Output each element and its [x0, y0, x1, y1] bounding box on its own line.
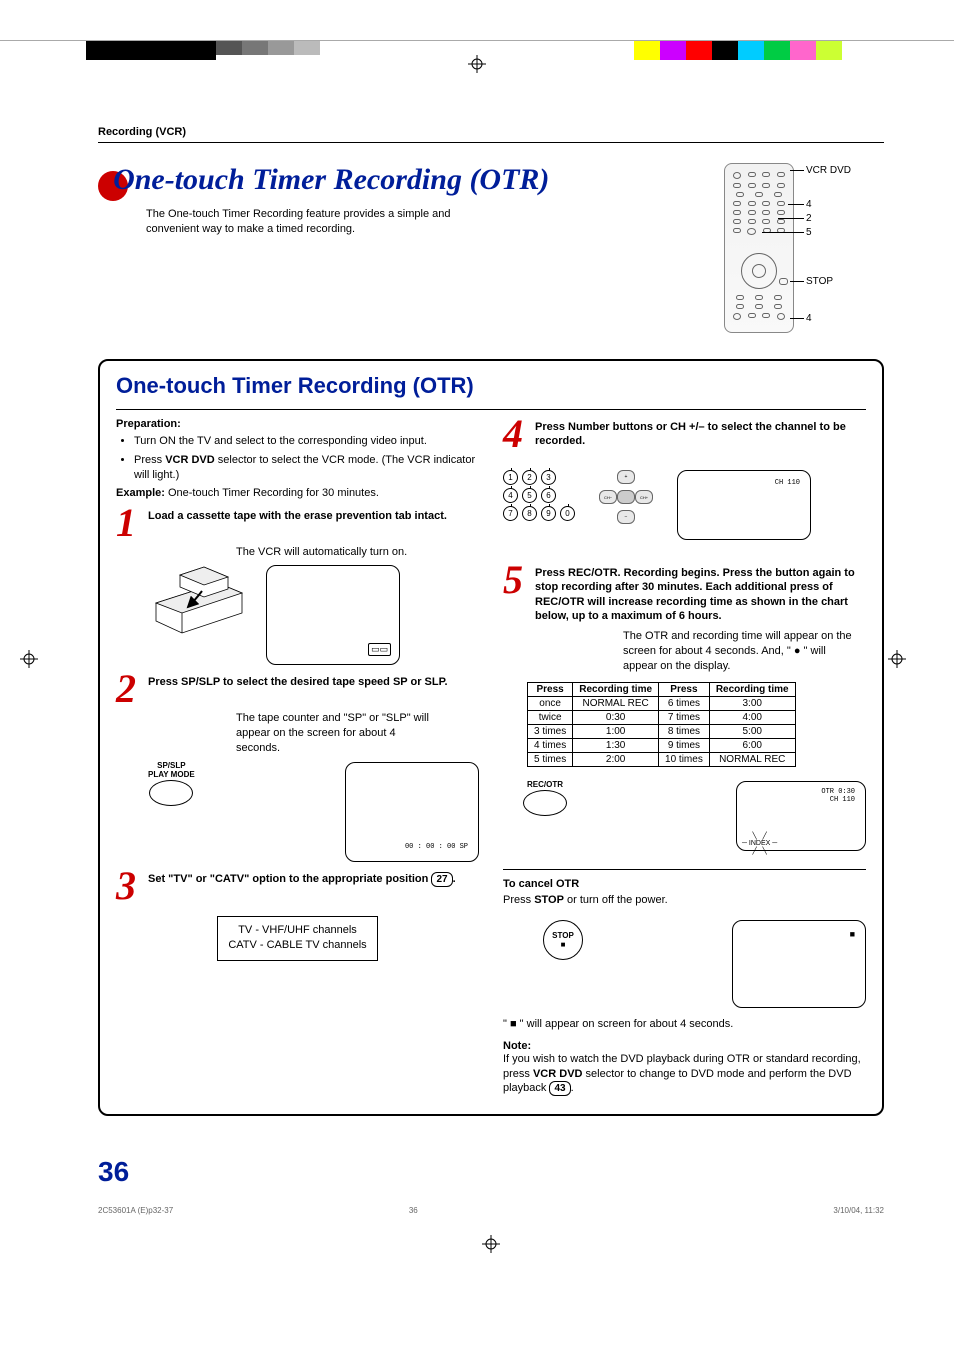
cancel-text: Press STOP or turn off the power.	[503, 894, 866, 906]
cancel-heading: To cancel OTR	[503, 878, 866, 890]
page-footer: 36 2C53601A (E)p32-37 36 3/10/04, 11:32	[98, 1156, 884, 1236]
step-2-title: Press SP/SLP to select the desired tape …	[148, 673, 479, 689]
remote-label-4: 4	[806, 199, 812, 210]
table-row: 5 times2:0010 timesNORMAL REC	[528, 752, 796, 766]
stop-square-icon: ■	[561, 940, 566, 949]
instruction-box: One-touch Timer Recording (OTR) Preparat…	[98, 359, 884, 1116]
section-label: Recording (VCR)	[98, 126, 884, 143]
page-title: One-touch Timer Recording (OTR)	[113, 163, 549, 196]
color-blocks-right	[634, 41, 868, 60]
page-ref-43: 43	[549, 1081, 570, 1096]
prep-heading: Preparation:	[116, 418, 479, 430]
channel-screen: CH 110	[677, 470, 811, 540]
recotr-button: REC/OTR	[523, 781, 567, 819]
registration-mark-bottom-icon	[482, 1235, 500, 1256]
color-blocks-left	[86, 41, 320, 60]
step-4-title: Press Number buttons or CH +/– to select…	[535, 418, 866, 449]
step-3-title: Set "TV" or "CATV" option to the appropr…	[148, 870, 479, 887]
registration-mark-left-icon	[20, 650, 38, 671]
step-2-number: 2	[116, 673, 142, 705]
step-1-sub: The VCR will automatically turn on.	[236, 545, 479, 560]
registration-mark-right-icon	[888, 650, 906, 671]
title-block: One-touch Timer Recording (OTR) The One-…	[98, 163, 704, 237]
left-column: Preparation: Turn ON the TV and select t…	[116, 418, 479, 1096]
instruction-box-title: One-touch Timer Recording (OTR)	[116, 373, 866, 399]
step-5-sub: The OTR and recording time will appear o…	[623, 629, 853, 674]
prep-bullet-2: Press VCR DVD selector to select the VCR…	[134, 453, 479, 483]
prep-example: Example: One-touch Timer Recording for 3…	[116, 487, 479, 499]
footer-timestamp: 3/10/04, 11:32	[833, 1206, 884, 1215]
note-heading: Note:	[503, 1040, 866, 1052]
index-indicator: ╲ ╱ ─ INDEX ─ ╱ ╲	[742, 832, 777, 855]
right-column: 4 Press Number buttons or CH +/– to sele…	[503, 418, 866, 1096]
footer-page-small: 36	[409, 1206, 418, 1215]
cassette-illustration	[148, 565, 248, 650]
stop-square-icon: ■	[850, 929, 855, 939]
recording-time-table: PressRecording time PressRecording time …	[527, 682, 796, 767]
remote-label-2: 2	[806, 213, 812, 224]
step-4: 4 Press Number buttons or CH +/– to sele…	[503, 418, 866, 450]
channel-pad: + CH− CH+ −	[599, 470, 653, 524]
table-row: onceNORMAL REC6 times3:00	[528, 696, 796, 710]
step-1-number: 1	[116, 507, 142, 539]
remote-diagram: VCR DVD 4 2 5 STOP 4	[704, 163, 884, 333]
stop-screen: ■	[732, 920, 866, 1008]
print-registration-strip	[0, 40, 954, 96]
remote-label-stop: STOP	[806, 276, 833, 287]
note-block: Note: If you wish to watch the DVD playb…	[503, 1040, 866, 1097]
remote-label-5: 5	[806, 227, 812, 238]
preparation-block: Preparation: Turn ON the TV and select t…	[116, 418, 479, 499]
remote-label-vcrdvd: VCR DVD	[806, 165, 851, 176]
table-row: 3 times1:008 times5:00	[528, 724, 796, 738]
step-1-title: Load a cassette tape with the erase prev…	[148, 507, 479, 523]
table-row: 4 times1:309 times6:00	[528, 738, 796, 752]
spslp-button: SP/SLP PLAY MODE	[148, 762, 195, 809]
cassette-indicator-screen: ▭▭	[266, 565, 400, 665]
prep-bullet-1: Turn ON the TV and select to the corresp…	[134, 434, 479, 449]
number-pad: 123 456 7890	[503, 470, 575, 524]
tv-catv-box: TV - VHF/UHF channels CATV - CABLE TV ch…	[217, 916, 377, 961]
cassette-icon: ▭▭	[368, 643, 391, 656]
note-text: If you wish to watch the DVD playback du…	[503, 1052, 866, 1097]
title-row: One-touch Timer Recording (OTR) The One-…	[98, 163, 884, 333]
step-2-sub: The tape counter and "SP" or "SLP" will …	[236, 711, 436, 756]
footer-file-ref: 2C53601A (E)p32-37	[98, 1206, 173, 1215]
intro-text: The One-touch Timer Recording feature pr…	[146, 207, 476, 237]
cancel-otr-block: To cancel OTR Press STOP or turn off the…	[503, 878, 866, 1030]
step-5-number: 5	[503, 564, 529, 596]
remote-img	[724, 163, 794, 333]
page-content: Recording (VCR) One-touch Timer Recordin…	[98, 126, 884, 1236]
step-2: 2 Press SP/SLP to select the desired tap…	[116, 673, 479, 705]
registration-mark-icon	[468, 55, 486, 76]
step-4-number: 4	[503, 418, 529, 450]
page-ref-27: 27	[431, 872, 452, 887]
step-1: 1 Load a cassette tape with the erase pr…	[116, 507, 479, 539]
cancel-footer: " ■ " will appear on screen for about 4 …	[503, 1018, 866, 1030]
step-3: 3 Set "TV" or "CATV" option to the appro…	[116, 870, 479, 902]
step-5: 5 Press REC/OTR. Recording begins. Press…	[503, 564, 866, 623]
step-5-title: Press REC/OTR. Recording begins. Press t…	[535, 564, 866, 623]
page-number: 36	[98, 1156, 884, 1188]
stop-button: STOP ■	[543, 920, 583, 960]
step-3-number: 3	[116, 870, 142, 902]
stop-square-icon: ■	[510, 1018, 517, 1030]
table-row: twice0:307 times4:00	[528, 710, 796, 724]
remote-label-4b: 4	[806, 313, 812, 324]
tape-counter-screen: 00 : 00 : 00 SP	[345, 762, 479, 862]
